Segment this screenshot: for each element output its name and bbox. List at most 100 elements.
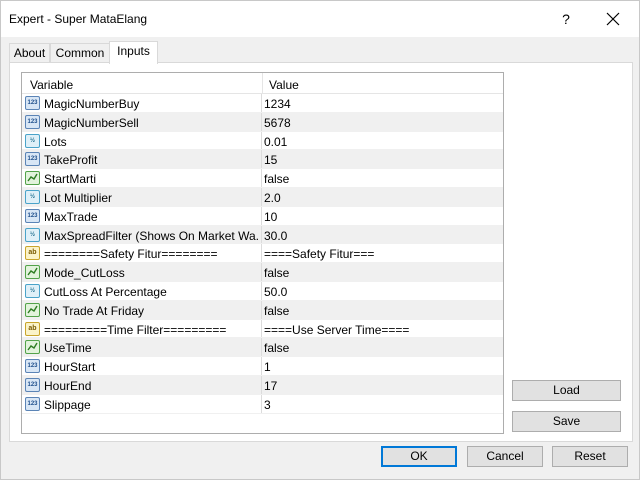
parameter-name-cell[interactable]: Mode_CutLoss [22, 263, 262, 281]
tab-common[interactable]: Common [50, 43, 110, 63]
window-title: Expert - Super MataElang [9, 12, 148, 26]
parameter-name-cell[interactable]: ½ Lots [22, 131, 262, 150]
parameter-value[interactable]: 5678 [264, 116, 291, 130]
parameter-value[interactable]: 1234 [264, 97, 291, 111]
parameter-value[interactable]: ====Use Server Time==== [264, 323, 409, 337]
help-button[interactable]: ? [551, 5, 581, 33]
parameter-name: HourStart [44, 360, 96, 375]
parameter-name: CutLoss At Percentage [44, 284, 167, 299]
parameter-value[interactable]: 17 [264, 379, 277, 393]
string-icon: ab [25, 321, 40, 336]
parameter-name-cell[interactable]: ab ========Safety Fitur======== [22, 244, 262, 263]
boolean-icon [25, 265, 40, 280]
tab-inputs[interactable]: Inputs [109, 41, 158, 64]
tab-about[interactable]: About [9, 43, 50, 63]
inputs-panel: Variable Value 123 MagicNumberBuy 1234 123 M… [9, 62, 633, 442]
parameter-row[interactable]: ab ========Safety Fitur======== ====Safety… [22, 244, 503, 264]
parameter-row[interactable]: ½ Lots 0.01 [22, 131, 503, 151]
parameter-value[interactable]: 3 [264, 398, 271, 412]
parameter-value[interactable]: 2.0 [264, 191, 281, 205]
integer-icon: 123 [25, 396, 40, 411]
expert-properties-dialog: Expert - Super MataElang ? About Common … [0, 0, 640, 480]
parameter-name-cell[interactable]: 123 HourEnd [22, 375, 262, 394]
parameter-value[interactable]: false [264, 266, 289, 280]
close-button[interactable] [598, 5, 628, 33]
parameter-name: Lot Multiplier [44, 190, 113, 205]
parameter-value[interactable]: false [264, 172, 289, 186]
parameter-value[interactable]: ====Safety Fitur=== [264, 247, 374, 261]
cancel-button[interactable]: Cancel [467, 446, 543, 467]
parameter-row[interactable]: No Trade At Friday false [22, 300, 503, 320]
parameter-name-cell[interactable]: No Trade At Friday [22, 300, 262, 319]
double-icon: ½ [25, 227, 40, 242]
parameter-value[interactable]: false [264, 304, 289, 318]
inputs-grid: Variable Value 123 MagicNumberBuy 1234 123 M… [21, 72, 504, 434]
parameter-name: Slippage [44, 397, 91, 412]
parameter-row[interactable]: 123 TakeProfit 15 [22, 150, 503, 170]
parameter-name-cell[interactable]: 123 MagicNumberSell [22, 112, 262, 131]
ok-button[interactable]: OK [381, 446, 457, 467]
parameter-row[interactable]: ½ CutLoss At Percentage 50.0 [22, 281, 503, 301]
parameter-value[interactable]: false [264, 341, 289, 355]
parameter-row[interactable]: 123 MagicNumberSell 5678 [22, 112, 503, 132]
grid-rows: 123 MagicNumberBuy 1234 123 MagicNumberSell 5… [22, 94, 503, 414]
reset-button[interactable]: Reset [552, 446, 628, 467]
parameter-row[interactable]: UseTime false [22, 338, 503, 358]
boolean-icon [25, 302, 40, 317]
double-icon: ½ [25, 283, 40, 298]
save-button[interactable]: Save [512, 411, 621, 432]
integer-icon: 123 [25, 152, 40, 167]
double-icon: ½ [25, 189, 40, 204]
parameter-row[interactable]: 123 MagicNumberBuy 1234 [22, 94, 503, 113]
integer-icon: 123 [25, 377, 40, 392]
parameter-name-cell[interactable]: ½ CutLoss At Percentage [22, 281, 262, 300]
parameter-name-cell[interactable]: StartMarti [22, 169, 262, 187]
parameter-name-cell[interactable]: UseTime [22, 338, 262, 357]
parameter-name: MaxSpreadFilter (Shows On Market Wa... [44, 228, 258, 243]
double-icon: ½ [25, 133, 40, 148]
parameter-value[interactable]: 10 [264, 210, 277, 224]
parameter-value[interactable]: 15 [264, 153, 277, 167]
parameter-name-cell[interactable]: ½ MaxSpreadFilter (Shows On Market Wa... [22, 225, 262, 244]
parameter-name: Mode_CutLoss [44, 266, 125, 281]
boolean-icon [25, 340, 40, 355]
close-icon [606, 12, 620, 26]
parameter-row[interactable]: ½ MaxSpreadFilter (Shows On Market Wa... 3… [22, 225, 503, 245]
string-icon: ab [25, 246, 40, 261]
parameter-name: =========Time Filter========= [44, 322, 227, 337]
integer-icon: 123 [25, 96, 40, 110]
column-divider[interactable] [262, 73, 263, 94]
parameter-name: HourEnd [44, 378, 92, 393]
parameter-name-cell[interactable]: ½ Lot Multiplier [22, 187, 262, 206]
parameter-name: No Trade At Friday [44, 303, 145, 318]
parameter-name-cell[interactable]: 123 Slippage [22, 394, 262, 413]
parameter-row[interactable]: 123 MaxTrade 10 [22, 206, 503, 226]
parameter-row[interactable]: ab =========Time Filter========= ====Use S… [22, 319, 503, 339]
parameter-row[interactable]: StartMarti false [22, 169, 503, 188]
parameter-row[interactable]: 123 Slippage 3 [22, 394, 503, 414]
parameter-name-cell[interactable]: 123 MaxTrade [22, 206, 262, 225]
grid-header: Variable Value [22, 73, 503, 94]
title-bar: Expert - Super MataElang ? [1, 1, 639, 37]
parameter-name-cell[interactable]: 123 TakeProfit [22, 150, 262, 169]
integer-icon: 123 [25, 359, 40, 374]
column-header-value[interactable]: Value [269, 78, 299, 92]
parameter-name: Lots [44, 134, 67, 149]
parameter-value[interactable]: 0.01 [264, 135, 287, 149]
integer-icon: 123 [25, 114, 40, 129]
parameter-row[interactable]: ½ Lot Multiplier 2.0 [22, 187, 503, 207]
parameter-name-cell[interactable]: 123 HourStart [22, 357, 262, 375]
parameter-name-cell[interactable]: 123 MagicNumberBuy [22, 94, 262, 112]
column-header-variable[interactable]: Variable [30, 78, 73, 92]
integer-icon: 123 [25, 208, 40, 223]
parameter-row[interactable]: 123 HourStart 1 [22, 357, 503, 376]
parameter-name: TakeProfit [44, 153, 98, 168]
parameter-row[interactable]: 123 HourEnd 17 [22, 375, 503, 395]
parameter-name-cell[interactable]: ab =========Time Filter========= [22, 319, 262, 338]
parameter-value[interactable]: 1 [264, 360, 271, 374]
parameter-row[interactable]: Mode_CutLoss false [22, 263, 503, 282]
parameter-name: UseTime [44, 341, 92, 356]
load-button[interactable]: Load [512, 380, 621, 401]
parameter-value[interactable]: 30.0 [264, 229, 287, 243]
parameter-value[interactable]: 50.0 [264, 285, 287, 299]
